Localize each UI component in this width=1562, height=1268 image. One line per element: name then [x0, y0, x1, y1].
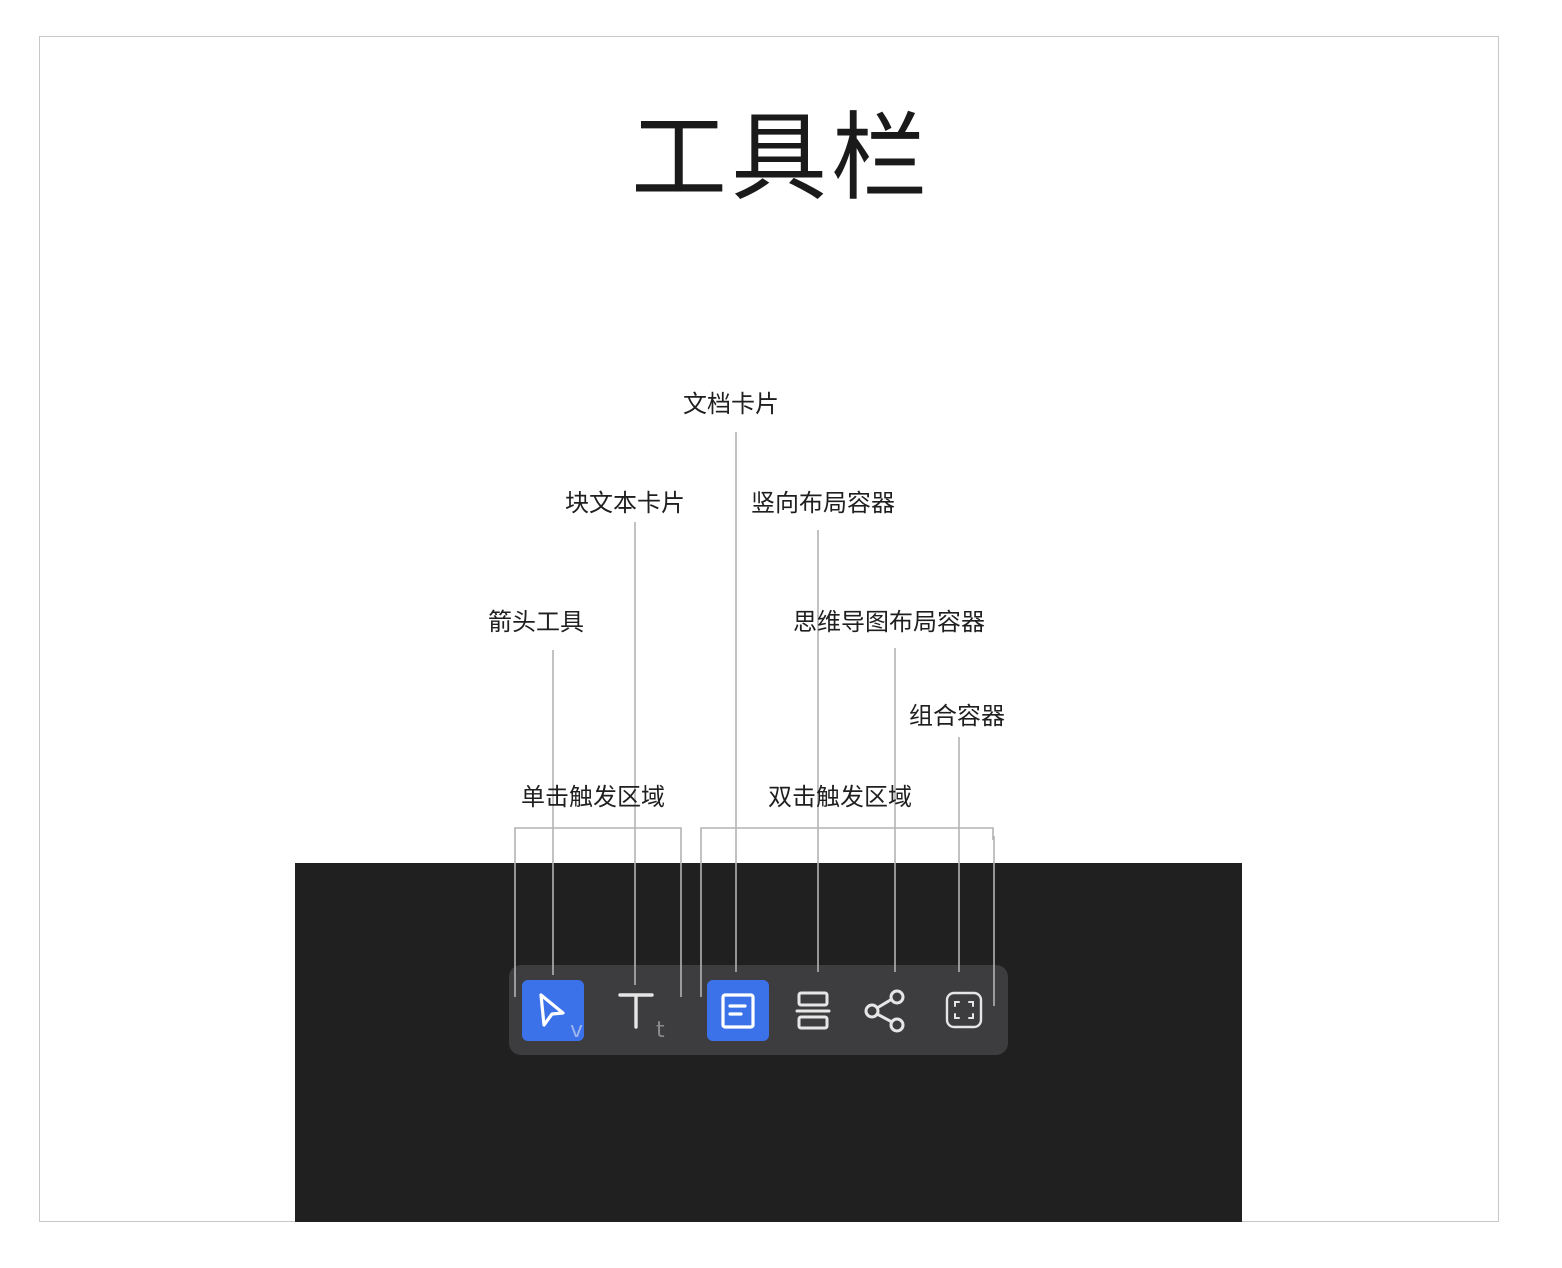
- single-click-area-label: 单击触发区域: [521, 783, 665, 811]
- leader-lines: [514, 432, 995, 1006]
- block-text-card-label: 块文本卡片: [565, 489, 685, 517]
- vertical-layout-label: 竖向布局容器: [751, 489, 895, 517]
- group-container-label: 组合容器: [909, 702, 1005, 730]
- arrow-tool-label: 箭头工具: [488, 608, 584, 636]
- single-click-bracket: [514, 827, 682, 997]
- doc-card-label: 文档卡片: [683, 390, 779, 418]
- double-click-bracket: [700, 827, 994, 997]
- mindmap-layout-label: 思维导图布局容器: [793, 608, 985, 636]
- double-click-area-label: 双击触发区域: [768, 783, 912, 811]
